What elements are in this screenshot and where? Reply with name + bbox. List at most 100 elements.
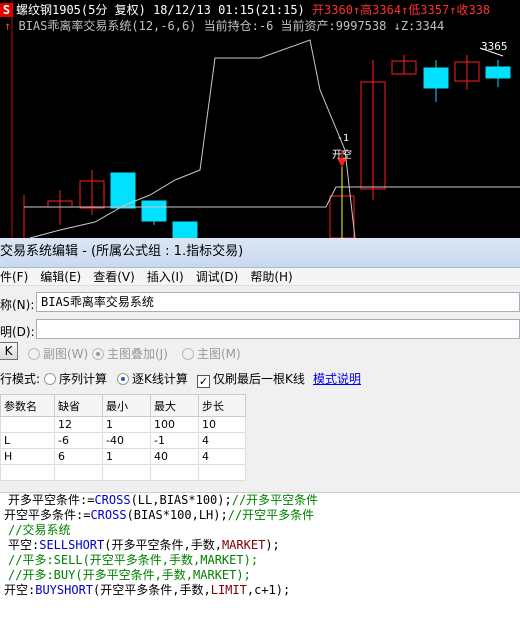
- code-token: //平多:SELL(开空平多条件,手数,MARKET);: [8, 553, 259, 567]
- radio-per-bar-calc[interactable]: 逐K线计算: [117, 370, 188, 387]
- code-line[interactable]: 开多平空条件:=CROSS(LL,BIAS*100);//开多平空条件: [8, 493, 318, 508]
- code-token: LIMIT: [210, 583, 247, 597]
- param-header-default[interactable]: 缺省: [54, 394, 103, 417]
- code-line[interactable]: //开多:BUY(开多平空条件,手数,MARKET);: [8, 568, 251, 583]
- candle-down: [423, 67, 449, 89]
- menu-help[interactable]: 帮助(H): [250, 268, 292, 286]
- param-header-min[interactable]: 最小: [102, 394, 151, 417]
- radio-main-overlay[interactable]: 主图叠加(J): [92, 345, 168, 362]
- kline-chart[interactable]: S 螺纹钢1905(5分 复权) 18/12/13 01:15(21:15) 开3…: [0, 0, 520, 238]
- radio-icon: [182, 348, 194, 360]
- chart-header-quote: S 螺纹钢1905(5分 复权) 18/12/13 01:15(21:15) 开3…: [0, 1, 490, 17]
- refresh-last-bar-checkbox[interactable]: ✓ 仅刷最后一根K线: [197, 370, 305, 388]
- table-cell[interactable]: 40: [150, 448, 199, 465]
- code-token: //开空平多条件: [227, 508, 315, 522]
- parameter-table[interactable]: 参数名 缺省 最小 最大 步长 12 1 100 10 L -6 -40 -1 4 H 6 1 40…: [0, 394, 246, 481]
- param-header-step[interactable]: 步长: [198, 394, 246, 417]
- table-cell[interactable]: [54, 464, 103, 481]
- up-arrow-icon: ↑: [4, 19, 12, 33]
- code-token: (BIAS*100,LH);: [126, 508, 228, 522]
- ok-button[interactable]: K: [0, 342, 18, 360]
- code-token: 开多平空条件:=: [8, 493, 95, 507]
- table-cell[interactable]: H: [0, 448, 55, 465]
- table-header-row: 参数名 缺省 最小 最大 步长: [0, 394, 246, 417]
- code-line[interactable]: 开空:BUYSHORT(开空平多条件,手数,LIMIT,c+1);: [4, 583, 290, 598]
- table-cell[interactable]: 4: [198, 448, 246, 465]
- code-token: BUYSHORT: [35, 583, 94, 597]
- table-cell[interactable]: [150, 464, 199, 481]
- table-cell[interactable]: [198, 464, 246, 481]
- bias-line: [29, 39, 356, 238]
- table-cell[interactable]: 1: [102, 448, 151, 465]
- code-token: ,c+1);: [246, 583, 291, 597]
- radio-sub-chart[interactable]: 副图(W): [28, 345, 88, 362]
- code-line[interactable]: 开空平多条件:=CROSS(BIAS*100,LH);//开空平多条件: [4, 508, 314, 523]
- table-cell[interactable]: 1: [102, 416, 151, 433]
- z-readout: Z:3344: [400, 19, 445, 33]
- mode-help-link[interactable]: 模式说明: [313, 370, 361, 387]
- ok-button-label: K: [4, 344, 13, 358]
- reference-line: [24, 186, 520, 208]
- table-cell[interactable]: 6: [54, 448, 103, 465]
- code-line[interactable]: //交易系统: [8, 523, 70, 538]
- menu-file[interactable]: 件(F): [0, 268, 28, 286]
- symbol-s-icon: S: [0, 3, 13, 17]
- menu-bar: 件(F) 编辑(E) 查看(V) 插入(I) 调试(D) 帮助(H): [0, 268, 520, 286]
- table-row[interactable]: L -6 -40 -1 4: [0, 432, 246, 449]
- down-arrow-icon: ↓: [393, 19, 401, 33]
- description-field[interactable]: [36, 319, 520, 339]
- table-cell[interactable]: [0, 416, 55, 433]
- indicator-name: BIAS乖离率交易系统(12,-6,6): [18, 19, 197, 33]
- code-token: (开多平空条件,手数,: [104, 538, 222, 552]
- adjust-label: 复权): [114, 3, 146, 17]
- radio-sequence-calc-label: 序列计算: [59, 372, 108, 386]
- dialog-title[interactable]: 交易系统编辑 - (所属公式组 : 1.指标交易): [0, 238, 520, 268]
- table-cell[interactable]: -40: [102, 432, 151, 449]
- menu-debug[interactable]: 调试(D): [196, 268, 239, 286]
- run-mode-label: 行模式:: [0, 372, 41, 386]
- menu-view[interactable]: 查看(V): [93, 268, 135, 286]
- table-row[interactable]: H 6 1 40 4: [0, 448, 246, 465]
- menu-edit[interactable]: 编辑(E): [40, 268, 81, 286]
- code-token: //交易系统: [8, 523, 71, 537]
- table-cell[interactable]: L: [0, 432, 55, 449]
- low-price: 低3357: [408, 3, 450, 17]
- radio-icon: [28, 348, 40, 360]
- radio-main-overlay-label: 主图叠加(J): [107, 347, 168, 361]
- table-cell[interactable]: 100: [150, 416, 199, 433]
- name-field[interactable]: BIAS乖离率交易系统: [36, 292, 520, 312]
- radio-sequence-calc[interactable]: 序列计算: [44, 370, 107, 387]
- signal-open-short: 开空: [332, 150, 352, 161]
- table-cell[interactable]: -6: [54, 432, 103, 449]
- radio-sub-chart-label: 副图(W): [43, 347, 89, 361]
- radio-main-chart[interactable]: 主图(M): [182, 345, 241, 362]
- param-header-name[interactable]: 参数名: [0, 394, 55, 417]
- table-cell[interactable]: 10: [198, 416, 246, 433]
- table-row[interactable]: [0, 464, 246, 481]
- checkmark-icon: ✓: [197, 375, 210, 388]
- code-line[interactable]: 平空:SELLSHORT(开多平空条件,手数,MARKET);: [8, 538, 280, 553]
- kline-chart-canvas: [11, 0, 520, 238]
- table-cell[interactable]: [102, 464, 151, 481]
- table-cell[interactable]: 4: [198, 432, 246, 449]
- high-price: 高3364: [360, 3, 402, 17]
- refresh-last-bar-label: 仅刷最后一根K线: [213, 372, 305, 386]
- name-label: 称(N):: [0, 298, 35, 312]
- code-editor[interactable]: 开多平空条件:=CROSS(LL,BIAS*100);//开多平空条件 开空平多条…: [0, 492, 520, 623]
- code-token: MARKET: [221, 538, 266, 552]
- table-cell[interactable]: -1: [150, 432, 199, 449]
- table-cell[interactable]: 12: [54, 416, 103, 433]
- code-token: (开空平多条件,手数,: [93, 583, 211, 597]
- radio-icon: [44, 373, 56, 385]
- code-token: 开空:: [4, 583, 36, 597]
- candle-down: [172, 221, 198, 238]
- code-line[interactable]: //平多:SELL(开空平多条件,手数,MARKET);: [8, 553, 258, 568]
- table-cell[interactable]: [0, 464, 55, 481]
- table-row[interactable]: 12 1 100 10: [0, 416, 246, 433]
- trading-system-editor: 交易系统编辑 - (所属公式组 : 1.指标交易) 件(F) 编辑(E) 查看(V)…: [0, 238, 520, 623]
- radio-icon: [117, 373, 129, 385]
- chart-header-indicator: ↑ BIAS乖离率交易系统(12,-6,6) 当前持仓:-6 当前资产:9997…: [0, 17, 444, 33]
- param-header-max[interactable]: 最大: [150, 394, 199, 417]
- menu-insert[interactable]: 插入(I): [147, 268, 184, 286]
- code-token: 开空平多条件:=: [4, 508, 91, 522]
